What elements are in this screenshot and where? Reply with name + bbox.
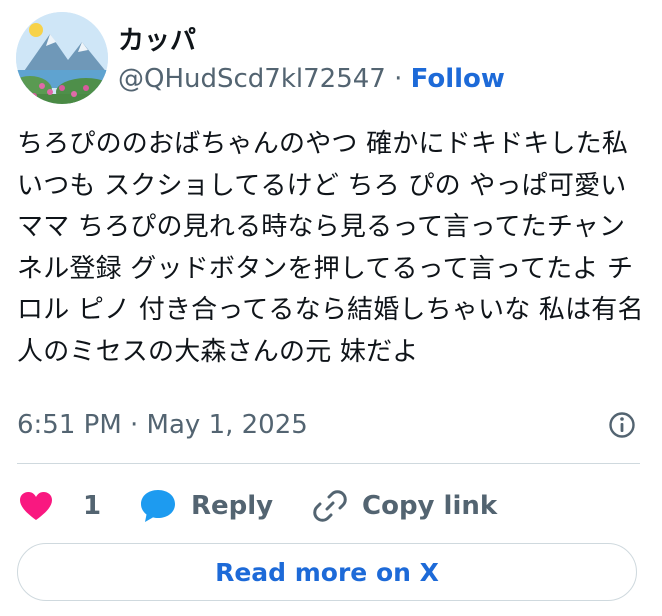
heart-icon (20, 492, 52, 520)
copy-link-button[interactable]: Copy link (312, 484, 497, 528)
speech-bubble-icon (141, 490, 175, 522)
link-icon (313, 490, 347, 522)
tweet-text: ちろぴののおばちゃんのやつ 確かにドキドキした私 いつも スクショしてるけど ち… (17, 129, 644, 367)
timestamp[interactable]: 6:51 PM · May 1, 2025 (17, 410, 308, 440)
handle-row: @QHudScd7kl72547 · Follow (118, 62, 505, 96)
info-icon[interactable] (607, 410, 637, 440)
reply-button[interactable]: Reply (139, 484, 273, 528)
action-bar: 1 Reply Copy link (17, 484, 637, 528)
copy-link-label: Copy link (362, 491, 498, 521)
follow-button[interactable]: Follow (411, 64, 505, 94)
user-handle[interactable]: @QHudScd7kl72547 (118, 64, 386, 94)
like-count: 1 (83, 491, 102, 521)
landscape-avatar-icon (16, 12, 108, 104)
tweet-card: カッパ @QHudScd7kl72547 · Follow ちろぴののおばちゃん… (0, 0, 662, 616)
avatar[interactable] (16, 12, 108, 104)
read-more-button[interactable]: Read more on X (17, 543, 637, 601)
divider (17, 463, 640, 464)
separator-dot: · (394, 64, 403, 94)
timestamp-row: 6:51 PM · May 1, 2025 (17, 408, 637, 442)
reply-label: Reply (191, 491, 274, 521)
display-name[interactable]: カッパ (118, 20, 196, 57)
like-button[interactable]: 1 (19, 484, 101, 528)
